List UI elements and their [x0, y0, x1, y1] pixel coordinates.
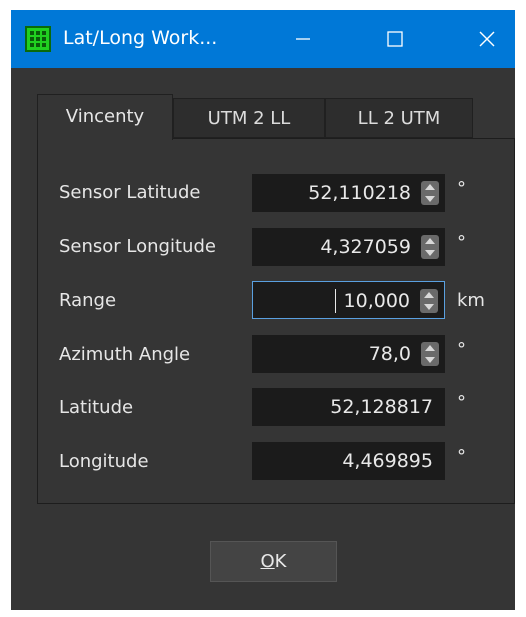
tab-vincenty[interactable]: Vincenty	[37, 94, 173, 140]
grid-app-icon	[25, 26, 51, 52]
sensor-latitude-label: Sensor Latitude	[59, 182, 201, 203]
close-icon	[479, 31, 495, 47]
azimuth-angle-value: 78,0	[368, 343, 411, 365]
close-button[interactable]	[459, 10, 515, 68]
azimuth-angle-label: Azimuth Angle	[59, 344, 191, 365]
range-spinbox[interactable]: 10,000	[252, 281, 445, 319]
dialog-window: Lat/Long Work... Vincenty UTM 2 LL LL 2 …	[11, 10, 515, 610]
sensor-longitude-label: Sensor Longitude	[59, 236, 216, 257]
spin-arrows-icon[interactable]	[420, 289, 438, 313]
longitude-label: Longitude	[59, 451, 149, 472]
degree-unit: °	[457, 339, 466, 360]
degree-unit: °	[457, 232, 466, 253]
tab-ll-2-utm[interactable]: LL 2 UTM	[325, 98, 473, 138]
title-bar[interactable]: Lat/Long Work...	[11, 10, 515, 68]
maximize-icon	[387, 31, 403, 47]
latitude-label: Latitude	[59, 397, 134, 418]
spin-arrows-icon[interactable]	[421, 181, 439, 205]
spin-arrows-icon[interactable]	[421, 342, 439, 366]
spin-arrows-icon[interactable]	[421, 235, 439, 259]
tab-utm-2-ll[interactable]: UTM 2 LL	[173, 98, 325, 138]
ok-label-rest: K	[274, 551, 287, 572]
maximize-button[interactable]	[367, 10, 423, 68]
minimize-icon	[296, 38, 310, 40]
text-caret	[335, 289, 336, 313]
longitude-value: 4,469895	[342, 450, 433, 472]
degree-unit: °	[457, 392, 466, 413]
sensor-latitude-spinbox[interactable]: 52,110218	[252, 174, 445, 212]
sensor-latitude-value: 52,110218	[308, 182, 411, 204]
degree-unit: °	[457, 178, 466, 199]
longitude-output[interactable]: 4,469895	[252, 442, 445, 480]
degree-unit: °	[457, 446, 466, 467]
km-unit: km	[457, 290, 485, 311]
range-value: 10,000	[343, 290, 410, 312]
sensor-longitude-spinbox[interactable]: 4,327059	[252, 228, 445, 266]
range-label: Range	[59, 290, 117, 311]
window-title: Lat/Long Work...	[63, 27, 218, 49]
latitude-value: 52,128817	[330, 396, 433, 418]
ok-mnemonic: O	[260, 551, 275, 572]
sensor-longitude-value: 4,327059	[320, 236, 411, 258]
azimuth-angle-spinbox[interactable]: 78,0	[252, 335, 445, 373]
minimize-button[interactable]	[275, 10, 331, 68]
latitude-output[interactable]: 52,128817	[252, 388, 445, 426]
ok-button[interactable]: OK	[210, 541, 337, 582]
